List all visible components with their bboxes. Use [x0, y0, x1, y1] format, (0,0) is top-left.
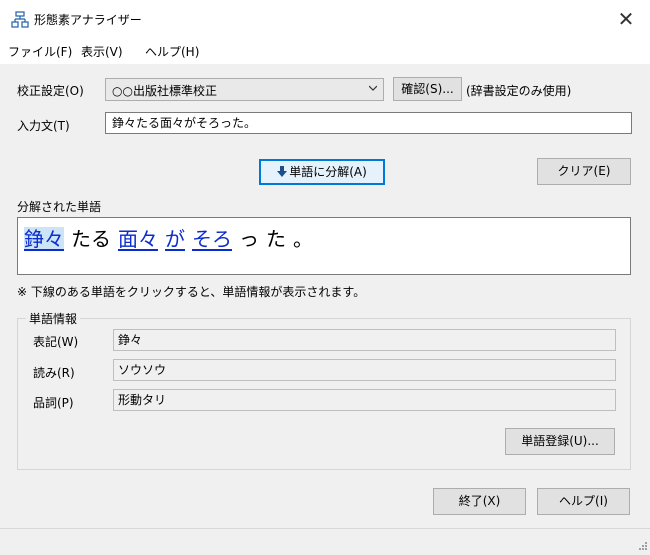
menu-help[interactable]: ヘルプ(H)	[145, 43, 199, 60]
clear-button[interactable]: クリア(E)	[537, 158, 631, 185]
input-label: 入力文(T)	[17, 119, 70, 133]
chevron-down-icon	[369, 85, 377, 91]
result-word: たる	[71, 227, 111, 251]
exit-button[interactable]: 終了(X)	[433, 488, 526, 515]
result-hint: ※ 下線のある単語をクリックすると、単語情報が表示されます。	[17, 285, 366, 299]
result-word[interactable]: 錚々	[24, 227, 64, 251]
result-word: た	[266, 227, 286, 251]
app-icon	[11, 11, 29, 28]
close-icon[interactable]: ✕	[612, 7, 640, 31]
result-label: 分解された単語	[17, 200, 102, 214]
word-info-title: 単語情報	[26, 310, 81, 327]
menu-file[interactable]: ファイル(F)	[8, 43, 72, 60]
result-word[interactable]: そろ	[192, 227, 232, 251]
resize-grip-icon[interactable]	[636, 541, 648, 553]
result-word: 。	[293, 227, 313, 251]
status-bar	[0, 528, 650, 555]
result-words: 錚々 たる 面々がそろった。	[24, 223, 320, 252]
pos-field: 形動タリ	[113, 389, 616, 411]
pos-label: 品詞(P)	[33, 396, 74, 410]
split-words-button[interactable]: 単語に分解(A)	[259, 159, 385, 185]
proofing-selected-value: ○○出版社標準校正	[112, 84, 217, 98]
reading-label: 読み(R)	[33, 366, 75, 380]
result-box: 錚々 たる 面々がそろった。	[17, 217, 631, 275]
result-word[interactable]: が	[165, 227, 185, 251]
notation-field: 錚々	[113, 329, 616, 351]
result-word[interactable]: 面々	[118, 227, 158, 251]
menu-bar: ファイル(F) 表示(V) ヘルプ(H)	[0, 38, 650, 64]
proofing-note: (辞書設定のみ使用)	[466, 84, 572, 98]
split-words-label: 単語に分解(A)	[289, 165, 367, 179]
result-word: っ	[239, 227, 259, 251]
register-word-button[interactable]: 単語登録(U)...	[505, 428, 615, 455]
window-title: 形態素アナライザー	[34, 13, 142, 27]
menu-view[interactable]: 表示(V)	[81, 43, 123, 60]
proofing-label: 校正設定(O)	[17, 84, 84, 98]
arrow-down-icon	[277, 166, 288, 177]
notation-label: 表記(W)	[33, 335, 79, 349]
title-bar: 形態素アナライザー ✕	[0, 0, 650, 38]
input-sentence-field[interactable]: 錚々たる面々がそろった。	[105, 112, 632, 134]
confirm-button[interactable]: 確認(S)...	[393, 77, 462, 101]
proofing-select[interactable]: ○○出版社標準校正	[105, 78, 384, 101]
reading-field: ソウソウ	[113, 359, 616, 381]
help-button[interactable]: ヘルプ(I)	[537, 488, 630, 515]
